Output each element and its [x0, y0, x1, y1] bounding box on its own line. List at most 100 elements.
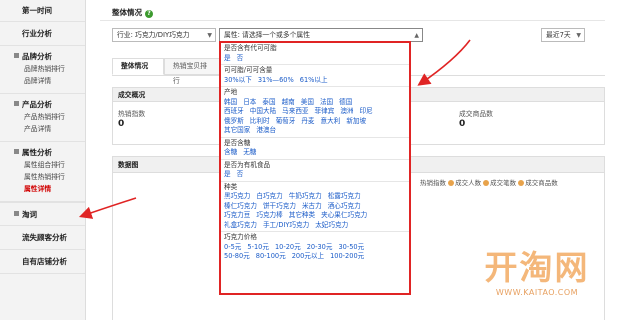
dropdown-option[interactable]: 手工/DIY巧克力: [263, 221, 309, 229]
dropdown-section: 是否为有机食品是否: [221, 160, 409, 182]
watermark-url: WWW.KAITAO.COM: [495, 288, 579, 297]
dropdown-section-title: 巧克力价格: [224, 233, 257, 241]
dropdown-option[interactable]: 中国大陆: [250, 107, 276, 115]
sidebar-group-title[interactable]: 产品分析: [0, 99, 85, 111]
dot-icon: [518, 180, 525, 186]
dropdown-option[interactable]: 是: [224, 54, 231, 62]
dropdown-option[interactable]: 200元以上: [292, 252, 324, 260]
dropdown-option[interactable]: 牛奶巧克力: [289, 192, 322, 200]
dropdown-option[interactable]: 5-10元: [247, 243, 269, 251]
dropdown-option[interactable]: 榛仁巧克力: [224, 202, 257, 210]
legend-item[interactable]: 成交商品数: [518, 179, 558, 187]
dropdown-option[interactable]: 意大利: [321, 117, 341, 125]
legend-item[interactable]: 热销指数: [420, 179, 446, 187]
dropdown-option-row: 是否: [221, 54, 409, 64]
dropdown-option[interactable]: 夹心果仁巧克力: [321, 211, 367, 219]
dropdown-option[interactable]: 丹麦: [301, 117, 314, 125]
dropdown-option[interactable]: 澳洲: [340, 107, 353, 115]
dropdown-option[interactable]: 50-80元: [224, 252, 250, 260]
dropdown-option[interactable]: 太妃巧克力: [315, 221, 348, 229]
square-icon: [14, 211, 19, 216]
dropdown-option[interactable]: 30-50元: [338, 243, 364, 251]
period-select[interactable]: 最近7天 ▼: [541, 28, 585, 42]
sidebar-item-own-store[interactable]: 自有店铺分析: [0, 250, 85, 274]
dropdown-option[interactable]: 港澳台: [256, 126, 276, 134]
dropdown-option[interactable]: 10-20元: [275, 243, 301, 251]
dropdown-option[interactable]: 法国: [320, 98, 333, 106]
dropdown-option[interactable]: 葡萄牙: [276, 117, 296, 125]
dropdown-option[interactable]: 其它种类: [289, 211, 315, 219]
sidebar-item-attribute-detail[interactable]: 属性详情: [0, 183, 85, 195]
dropdown-option[interactable]: 米古力: [302, 202, 322, 210]
dropdown-section: 产地 韩国 日本 泰国 越南 美国 法国 德国 西班牙 中国大陆 马来西亚 菲律宾 澳洲 印尼 俄罗斯 比利时…: [221, 87, 409, 138]
dropdown-option[interactable]: 马来西亚: [282, 107, 308, 115]
sidebar-group-brand: 品牌分析 品牌热销排行 品牌详情: [0, 46, 85, 94]
sidebar-item-attribute-ranking[interactable]: 属性热销排行: [0, 171, 85, 183]
dropdown-option-row: 黑巧克力 白巧克力 牛奶巧克力 松露巧克力: [221, 192, 409, 202]
dot-icon: [448, 180, 455, 186]
dropdown-option[interactable]: 新加坡: [346, 117, 366, 125]
sidebar-item-lost-customers[interactable]: 流失顾客分析: [0, 226, 85, 250]
dropdown-option[interactable]: 德国: [339, 98, 352, 106]
attribute-dropdown: 是否含有代可可脂是否可可脂/可可含量 30%以下 31%—60% 61%以上 产地 韩国日…: [219, 41, 411, 295]
dropdown-option[interactable]: 80-100元: [256, 252, 286, 260]
dropdown-option[interactable]: 是: [224, 170, 231, 178]
sidebar-group-title[interactable]: 品牌分析: [0, 51, 85, 63]
sidebar-item-brand-detail[interactable]: 品牌详情: [0, 75, 85, 87]
dropdown-section-title: 是否含糖: [224, 138, 251, 147]
dropdown-section-title: 种类: [224, 182, 238, 191]
help-icon[interactable]: ?: [145, 10, 153, 18]
square-icon: [14, 101, 19, 106]
sidebar-item-product-detail[interactable]: 产品详情: [0, 123, 85, 135]
sidebar-group-title[interactable]: 属性分析: [0, 147, 85, 159]
dropdown-option[interactable]: 比利时: [250, 117, 270, 125]
dropdown-option[interactable]: 30%以下: [224, 76, 252, 84]
dropdown-option-row: 30%以下 31%—60% 61%以上: [221, 76, 409, 86]
sidebar: 第一时间 行业分析 品牌分析 品牌热销排行 品牌详情 产品分析 产品热销排行 产…: [0, 0, 86, 320]
legend-item[interactable]: 成交人数: [448, 179, 481, 187]
dropdown-option[interactable]: 韩国: [224, 98, 237, 106]
dropdown-option[interactable]: 无糖: [243, 148, 256, 156]
sidebar-item-attribute-combo[interactable]: 属性组合排行: [0, 159, 85, 171]
dropdown-option[interactable]: 黑巧克力: [224, 192, 250, 200]
dropdown-option[interactable]: 越南: [282, 98, 295, 106]
dropdown-option[interactable]: 西班牙: [224, 107, 244, 115]
dropdown-option[interactable]: 含糖: [224, 148, 237, 156]
tab-overview[interactable]: 整体情况: [112, 58, 164, 75]
dropdown-option[interactable]: 松露巧克力: [328, 192, 361, 200]
dropdown-option-row: 50-80元 80-100元 200元以上 100-200元: [221, 252, 409, 262]
dropdown-option[interactable]: 巧克力豆: [224, 211, 250, 219]
sidebar-group-product: 产品分析 产品热销排行 产品详情: [0, 94, 85, 142]
dropdown-option[interactable]: 印尼: [360, 107, 373, 115]
dropdown-option[interactable]: 31%—60%: [258, 76, 294, 84]
sidebar-item-brand-ranking[interactable]: 品牌热销排行: [0, 63, 85, 75]
dropdown-option[interactable]: 巧克力棒: [256, 211, 282, 219]
sidebar-item-keywords[interactable]: 淘词: [0, 202, 85, 226]
caret-up-icon: ▲: [414, 32, 419, 39]
dropdown-option[interactable]: 俄罗斯: [224, 117, 244, 125]
dropdown-option[interactable]: 日本: [243, 98, 256, 106]
dropdown-option[interactable]: 0-5元: [224, 243, 241, 251]
dropdown-option[interactable]: 否: [237, 170, 244, 178]
dropdown-option[interactable]: 白巧克力: [256, 192, 282, 200]
dropdown-option[interactable]: 其它国家: [224, 126, 250, 134]
dropdown-option[interactable]: 饼干巧克力: [263, 202, 296, 210]
dropdown-option-row: 其它国家 港澳台: [221, 126, 409, 136]
tab-hot-items[interactable]: 热销宝贝排行: [164, 58, 222, 85]
dropdown-option[interactable]: 礼盒巧克力: [224, 221, 257, 229]
sidebar-item-product-ranking[interactable]: 产品热销排行: [0, 111, 85, 123]
legend-item[interactable]: 成交笔数: [483, 179, 516, 187]
dropdown-option[interactable]: 美国: [301, 98, 314, 106]
dropdown-option[interactable]: 61%以上: [300, 76, 328, 84]
dropdown-option[interactable]: 100-200元: [330, 252, 364, 260]
dropdown-option[interactable]: 泰国: [262, 98, 275, 106]
dropdown-option[interactable]: 菲律宾: [315, 107, 335, 115]
sidebar-item-industry[interactable]: 行业分析: [0, 22, 85, 46]
industry-select[interactable]: 行业: 巧克力/DIY巧克力 ▼: [112, 28, 216, 42]
dropdown-option[interactable]: 酒心巧克力: [328, 202, 361, 210]
sidebar-group-attribute: 属性分析 属性组合排行 属性热销排行 属性详情: [0, 142, 85, 202]
dropdown-option[interactable]: 否: [237, 54, 244, 62]
attribute-select[interactable]: 属性: 请选择一个或多个属性 ▲: [219, 28, 423, 42]
sidebar-item-first-time[interactable]: 第一时间: [0, 0, 85, 22]
dropdown-option[interactable]: 20-30元: [307, 243, 333, 251]
